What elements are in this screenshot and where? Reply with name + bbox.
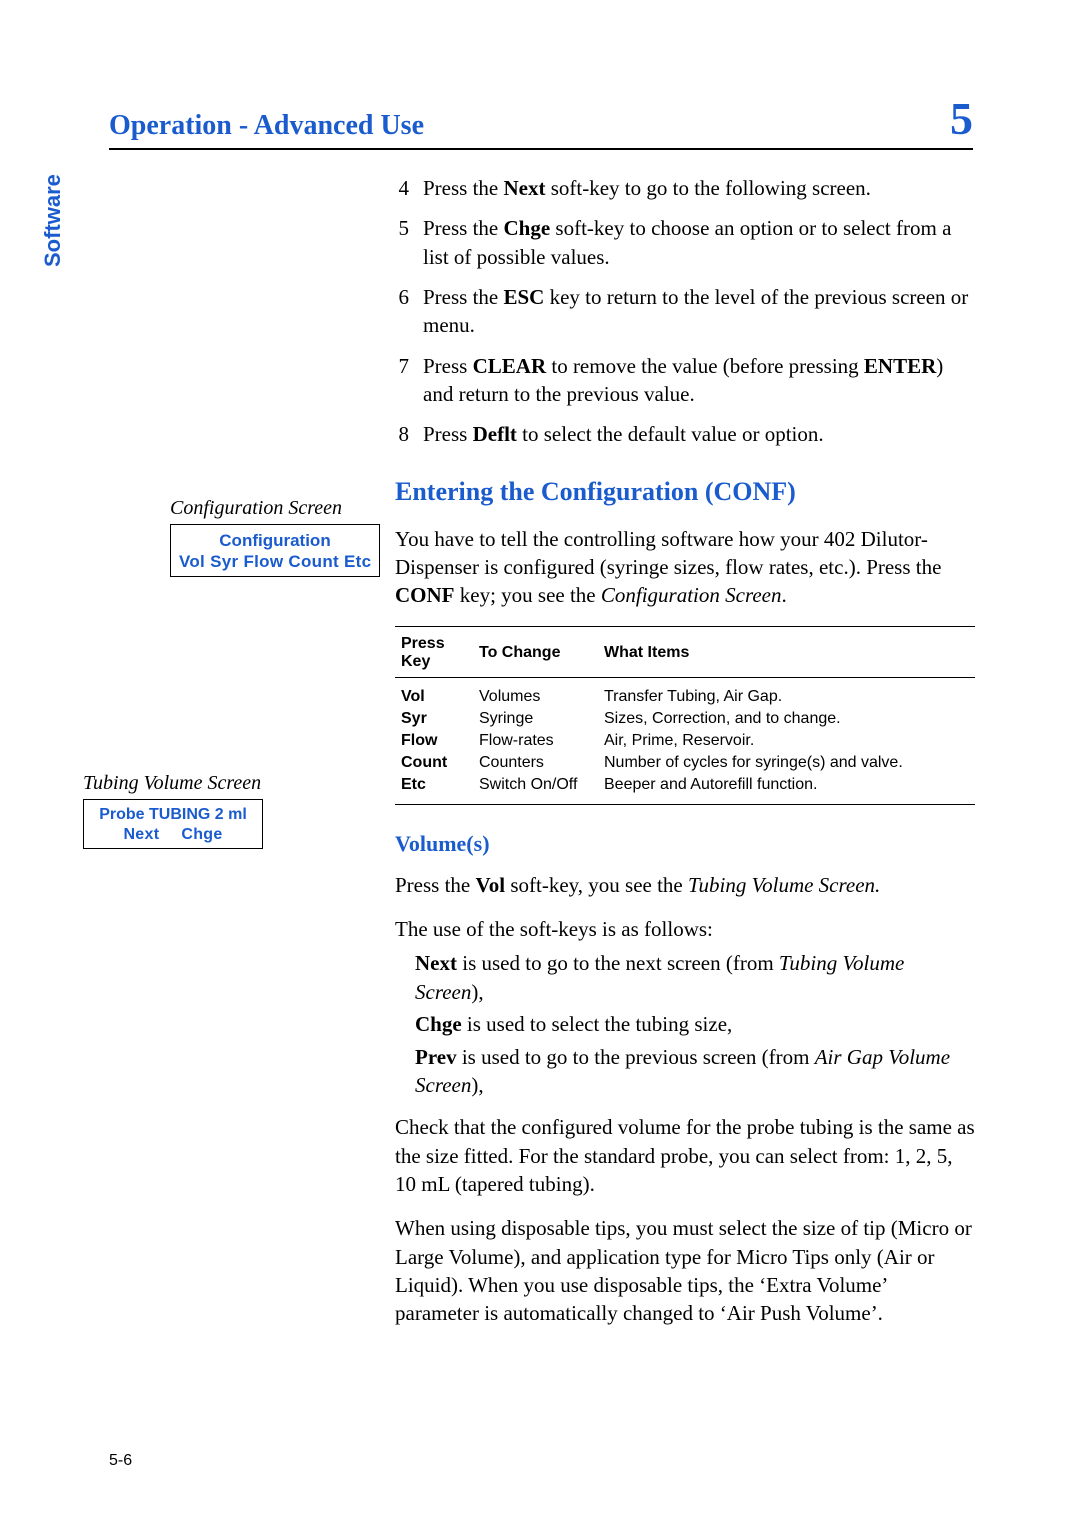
th-what-items: What Items <box>598 626 975 677</box>
side-tab: Software <box>86 175 116 297</box>
cell-what: Beeper and Autorefill function. <box>598 774 975 805</box>
softkey-name: Prev <box>415 1045 457 1069</box>
lcd-line-1: Configuration <box>179 530 371 551</box>
side-tab-label: Software <box>40 237 66 267</box>
table-row: Count Counters Number of cycles for syri… <box>395 752 975 774</box>
cell-change: Switch On/Off <box>473 774 598 805</box>
key-name: Deflt <box>473 422 517 446</box>
step-text: Press the Chge soft-key to choose an opt… <box>423 214 975 271</box>
step-4: 4 Press the Next soft-key to go to the f… <box>395 174 975 202</box>
step-7: 7 Press CLEAR to remove the value (befor… <box>395 352 975 409</box>
screen-name: Configuration Screen <box>601 583 782 607</box>
softkey-name: Chge <box>504 216 551 240</box>
softkey-name: Next <box>415 951 457 975</box>
heading-volumes: Volume(s) <box>395 831 975 857</box>
cell-change: Counters <box>473 752 598 774</box>
lcd-display: Probe TUBING 2 ml Next Chge <box>83 799 263 849</box>
figure-caption: Configuration Screen <box>170 497 380 520</box>
vol-softkey-list: Next is used to go to the next screen (f… <box>395 949 975 1099</box>
vol-paragraph-2: When using disposable tips, you must sel… <box>395 1214 975 1327</box>
section-title: Operation - Advanced Use <box>109 110 424 142</box>
conf-intro-paragraph: You have to tell the controlling softwar… <box>395 525 975 610</box>
softkey-name: Chge <box>415 1012 462 1036</box>
screen-name: Tubing Volume Screen. <box>688 873 880 897</box>
cell-what: Sizes, Correction, and to change. <box>598 708 975 730</box>
step-text: Press CLEAR to remove the value (before … <box>423 352 975 409</box>
lcd-softkey-next: Next <box>123 826 159 843</box>
th-press-key: Press Key <box>395 626 473 677</box>
cell-key: Flow <box>395 730 473 752</box>
softkey-name: Vol <box>476 873 506 897</box>
cell-change: Flow-rates <box>473 730 598 752</box>
step-5: 5 Press the Chge soft-key to choose an o… <box>395 214 975 271</box>
table-row: Vol Volumes Transfer Tubing, Air Gap. <box>395 677 975 708</box>
list-item: Prev is used to go to the previous scree… <box>415 1043 975 1100</box>
key-name: CONF <box>395 583 455 607</box>
figure-caption: Tubing Volume Screen <box>83 772 263 795</box>
softkey-name: Next <box>504 176 546 200</box>
step-list: 4 Press the Next soft-key to go to the f… <box>395 174 975 449</box>
cell-key: Count <box>395 752 473 774</box>
chapter-number: 5 <box>950 96 973 142</box>
figure-tubing-volume-screen: Tubing Volume Screen Probe TUBING 2 ml N… <box>83 772 263 849</box>
step-number: 6 <box>395 283 409 340</box>
section-header: Operation - Advanced Use 5 <box>109 96 973 150</box>
vol-paragraph-1: Check that the configured volume for the… <box>395 1113 975 1198</box>
heading-entering-configuration: Entering the Configuration (CONF) <box>395 477 975 507</box>
key-name: ENTER <box>864 354 936 378</box>
table-row: Etc Switch On/Off Beeper and Autorefill … <box>395 774 975 805</box>
cell-what: Transfer Tubing, Air Gap. <box>598 677 975 708</box>
step-number: 5 <box>395 214 409 271</box>
step-8: 8 Press Deflt to select the default valu… <box>395 420 975 448</box>
vol-intro-paragraph: Press the Vol soft-key, you see the Tubi… <box>395 871 975 899</box>
cell-key: Syr <box>395 708 473 730</box>
step-6: 6 Press the ESC key to return to the lev… <box>395 283 975 340</box>
cell-what: Air, Prime, Reservoir. <box>598 730 975 752</box>
figure-configuration-screen: Configuration Screen Configuration Vol S… <box>170 497 380 577</box>
key-name: CLEAR <box>473 354 547 378</box>
cell-key: Vol <box>395 677 473 708</box>
step-number: 7 <box>395 352 409 409</box>
main-column: 4 Press the Next soft-key to go to the f… <box>395 174 975 1344</box>
step-number: 8 <box>395 420 409 448</box>
cell-what: Number of cycles for syringe(s) and valv… <box>598 752 975 774</box>
cell-key: Etc <box>395 774 473 805</box>
lcd-line-1: Probe TUBING 2 ml <box>92 805 254 825</box>
lcd-softkey-chge: Chge <box>181 826 222 843</box>
step-number: 4 <box>395 174 409 202</box>
step-text: Press the Next soft-key to go to the fol… <box>423 174 975 202</box>
cell-change: Volumes <box>473 677 598 708</box>
table-row: Syr Syringe Sizes, Correction, and to ch… <box>395 708 975 730</box>
step-text: Press Deflt to select the default value … <box>423 420 975 448</box>
step-text: Press the ESC key to return to the level… <box>423 283 975 340</box>
list-item: Next is used to go to the next screen (f… <box>415 949 975 1006</box>
cell-change: Syringe <box>473 708 598 730</box>
vol-softkeys-lead: The use of the soft-keys is as follows: <box>395 915 975 943</box>
lcd-line-2: Vol Syr Flow Count Etc <box>179 551 371 572</box>
key-name: ESC <box>504 285 545 309</box>
table-row: Flow Flow-rates Air, Prime, Reservoir. <box>395 730 975 752</box>
lcd-display: Configuration Vol Syr Flow Count Etc <box>170 524 380 577</box>
conf-keys-table: Press Key To Change What Items Vol Volum… <box>395 626 975 805</box>
list-item: Chge is used to select the tubing size, <box>415 1010 975 1038</box>
page-number: 5-6 <box>109 1452 132 1470</box>
table-header-row: Press Key To Change What Items <box>395 626 975 677</box>
th-to-change: To Change <box>473 626 598 677</box>
lcd-line-2: Next Chge <box>92 825 254 845</box>
